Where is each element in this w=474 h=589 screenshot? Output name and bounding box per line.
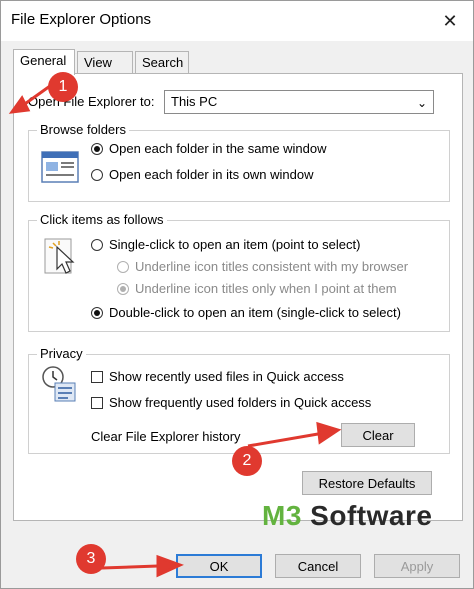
- annotation-badge-1: 1: [48, 72, 78, 102]
- annotation-badge-3: 3: [76, 544, 106, 574]
- annotation-badge-2: 2: [232, 446, 262, 476]
